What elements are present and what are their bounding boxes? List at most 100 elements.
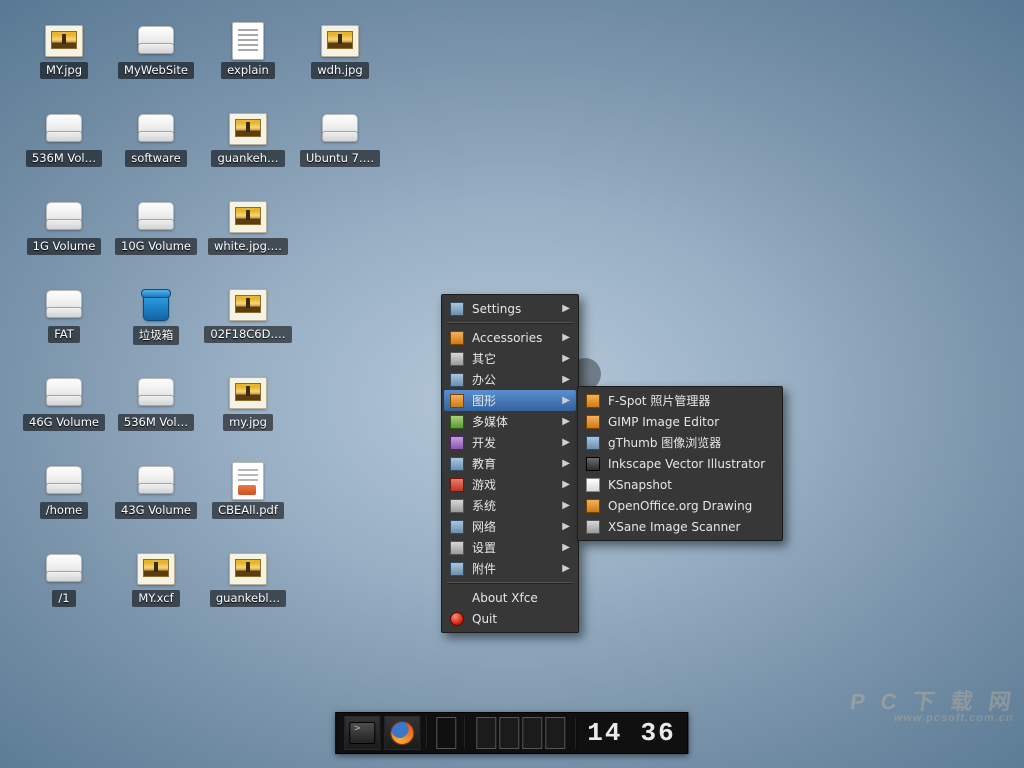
menu-item[interactable]: About Xfce bbox=[444, 587, 576, 608]
submenu-item[interactable]: OpenOffice.org Drawing bbox=[580, 495, 780, 516]
submenu-arrow-icon: ▶ bbox=[548, 479, 570, 490]
desktop-icon-label: white.jpg.… bbox=[208, 238, 288, 255]
drive-icon bbox=[44, 114, 84, 144]
menu-item-label: 多媒体 bbox=[472, 413, 508, 430]
submenu-arrow-icon: ▶ bbox=[548, 542, 570, 553]
menu-item[interactable]: 图形 ▶ bbox=[444, 390, 576, 411]
desktop[interactable]: MY.jpg MyWebSite explain wdh.jpg 536M Vo… bbox=[0, 0, 1024, 768]
panel-clock[interactable]: 14 36 bbox=[581, 718, 681, 748]
drive-icon bbox=[44, 290, 84, 320]
desktop-icon[interactable]: guankebl… bbox=[202, 548, 294, 640]
submenu-item-icon bbox=[584, 477, 602, 493]
menu-item[interactable]: 其它 ▶ bbox=[444, 348, 576, 369]
menu-item[interactable]: 多媒体 ▶ bbox=[444, 411, 576, 432]
submenu-arrow-icon: ▶ bbox=[548, 374, 570, 385]
menu-item[interactable]: 系统 ▶ bbox=[444, 495, 576, 516]
desktop-icon[interactable]: MyWebSite bbox=[110, 20, 202, 112]
desktop-icon[interactable]: 46G Volume bbox=[18, 372, 110, 464]
menu-item[interactable]: Quit bbox=[444, 608, 576, 629]
desktop-icon[interactable]: my.jpg bbox=[202, 372, 294, 464]
desktop-icon-label: Ubuntu 7.… bbox=[300, 150, 380, 167]
image-file-icon bbox=[229, 553, 267, 585]
menu-item-icon bbox=[448, 477, 466, 493]
desktop-icon[interactable]: /home bbox=[18, 460, 110, 552]
text-file-icon bbox=[232, 22, 264, 60]
menu-item-label: 教育 bbox=[472, 455, 496, 472]
desktop-icon[interactable]: 10G Volume bbox=[110, 196, 202, 288]
graphics-submenu[interactable]: F-Spot 照片管理器 GIMP Image Editor gThumb 图像… bbox=[577, 386, 783, 541]
submenu-arrow-icon: ▶ bbox=[548, 395, 570, 406]
submenu-item-label: F-Spot 照片管理器 bbox=[608, 392, 710, 409]
image-file-icon bbox=[229, 113, 267, 145]
submenu-arrow-icon: ▶ bbox=[548, 563, 570, 574]
image-file-icon bbox=[321, 25, 359, 57]
submenu-item[interactable]: GIMP Image Editor bbox=[580, 411, 780, 432]
desktop-icon-label: 536M Vol… bbox=[118, 414, 194, 431]
desktop-icon[interactable]: 垃圾箱 bbox=[110, 284, 202, 376]
submenu-item[interactable]: XSane Image Scanner bbox=[580, 516, 780, 537]
menu-item-label: 设置 bbox=[472, 539, 496, 556]
firefox-launcher[interactable] bbox=[384, 716, 420, 750]
menu-item[interactable]: Accessories ▶ bbox=[444, 327, 576, 348]
desktop-icon[interactable]: 1G Volume bbox=[18, 196, 110, 288]
desktop-icon[interactable]: guankeh… bbox=[202, 108, 294, 200]
xfce-applications-menu[interactable]: Settings ▶ Accessories ▶ 其它 ▶ 办公 ▶ 图形 ▶ … bbox=[441, 294, 579, 633]
menu-item[interactable]: 游戏 ▶ bbox=[444, 474, 576, 495]
workspace-4[interactable] bbox=[545, 717, 565, 749]
submenu-item-label: KSnapshot bbox=[608, 478, 672, 492]
menu-item[interactable]: 设置 ▶ bbox=[444, 537, 576, 558]
submenu-item[interactable]: gThumb 图像浏览器 bbox=[580, 432, 780, 453]
desktop-icon[interactable]: FAT bbox=[18, 284, 110, 376]
desktop-icon[interactable]: white.jpg.… bbox=[202, 196, 294, 288]
drive-icon bbox=[44, 202, 84, 232]
workspace-1[interactable] bbox=[476, 717, 496, 749]
menu-item[interactable]: 网络 ▶ bbox=[444, 516, 576, 537]
menu-item-icon bbox=[448, 561, 466, 577]
desktop-icon-label: 536M Vol… bbox=[26, 150, 102, 167]
menu-item-label: About Xfce bbox=[472, 591, 538, 605]
menu-item-icon bbox=[448, 590, 466, 606]
desktop-icon-label: /1 bbox=[52, 590, 75, 607]
workspace-3[interactable] bbox=[522, 717, 542, 749]
desktop-icon[interactable]: 536M Vol… bbox=[110, 372, 202, 464]
desktop-icon-label: 02F18C6D.… bbox=[204, 326, 291, 343]
image-file-icon bbox=[229, 201, 267, 233]
menu-item-icon bbox=[448, 611, 466, 627]
submenu-item[interactable]: KSnapshot bbox=[580, 474, 780, 495]
menu-item[interactable]: Settings ▶ bbox=[444, 298, 576, 319]
desktop-icon[interactable]: explain bbox=[202, 20, 294, 112]
desktop-icon-label: explain bbox=[221, 62, 275, 79]
desktop-icon[interactable]: /1 bbox=[18, 548, 110, 640]
desktop-icon[interactable]: wdh.jpg bbox=[294, 20, 386, 112]
desktop-icon[interactable]: 02F18C6D.… bbox=[202, 284, 294, 376]
submenu-item[interactable]: Inkscape Vector Illustrator bbox=[580, 453, 780, 474]
workspace-2[interactable] bbox=[499, 717, 519, 749]
desktop-icon[interactable]: 536M Vol… bbox=[18, 108, 110, 200]
drive-icon bbox=[44, 378, 84, 408]
desktop-icon[interactable]: MY.jpg bbox=[18, 20, 110, 112]
image-file-icon bbox=[137, 553, 175, 585]
menu-item[interactable]: 办公 ▶ bbox=[444, 369, 576, 390]
desktop-icon-label: MY.jpg bbox=[40, 62, 88, 79]
drive-icon bbox=[136, 202, 176, 232]
desktop-icon-label: guankebl… bbox=[210, 590, 286, 607]
desktop-icon[interactable]: Ubuntu 7.… bbox=[294, 108, 386, 200]
menu-item[interactable]: 教育 ▶ bbox=[444, 453, 576, 474]
image-file-icon bbox=[45, 25, 83, 57]
menu-item[interactable]: 开发 ▶ bbox=[444, 432, 576, 453]
menu-item-icon bbox=[448, 498, 466, 514]
menu-item[interactable]: 附件 ▶ bbox=[444, 558, 576, 579]
desktop-icon[interactable]: 43G Volume bbox=[110, 460, 202, 552]
desktop-icon[interactable]: software bbox=[110, 108, 202, 200]
desktop-icon[interactable]: CBEAll.pdf bbox=[202, 460, 294, 552]
image-file-icon bbox=[229, 289, 267, 321]
workspace-switcher-current[interactable] bbox=[436, 717, 456, 749]
submenu-item-label: XSane Image Scanner bbox=[608, 520, 741, 534]
menu-item-icon bbox=[448, 540, 466, 556]
menu-item-label: 开发 bbox=[472, 434, 496, 451]
desktop-icon[interactable]: MY.xcf bbox=[110, 548, 202, 640]
menu-item-label: Quit bbox=[472, 612, 497, 626]
terminal-launcher[interactable] bbox=[344, 716, 380, 750]
drive-icon bbox=[136, 114, 176, 144]
submenu-item[interactable]: F-Spot 照片管理器 bbox=[580, 390, 780, 411]
